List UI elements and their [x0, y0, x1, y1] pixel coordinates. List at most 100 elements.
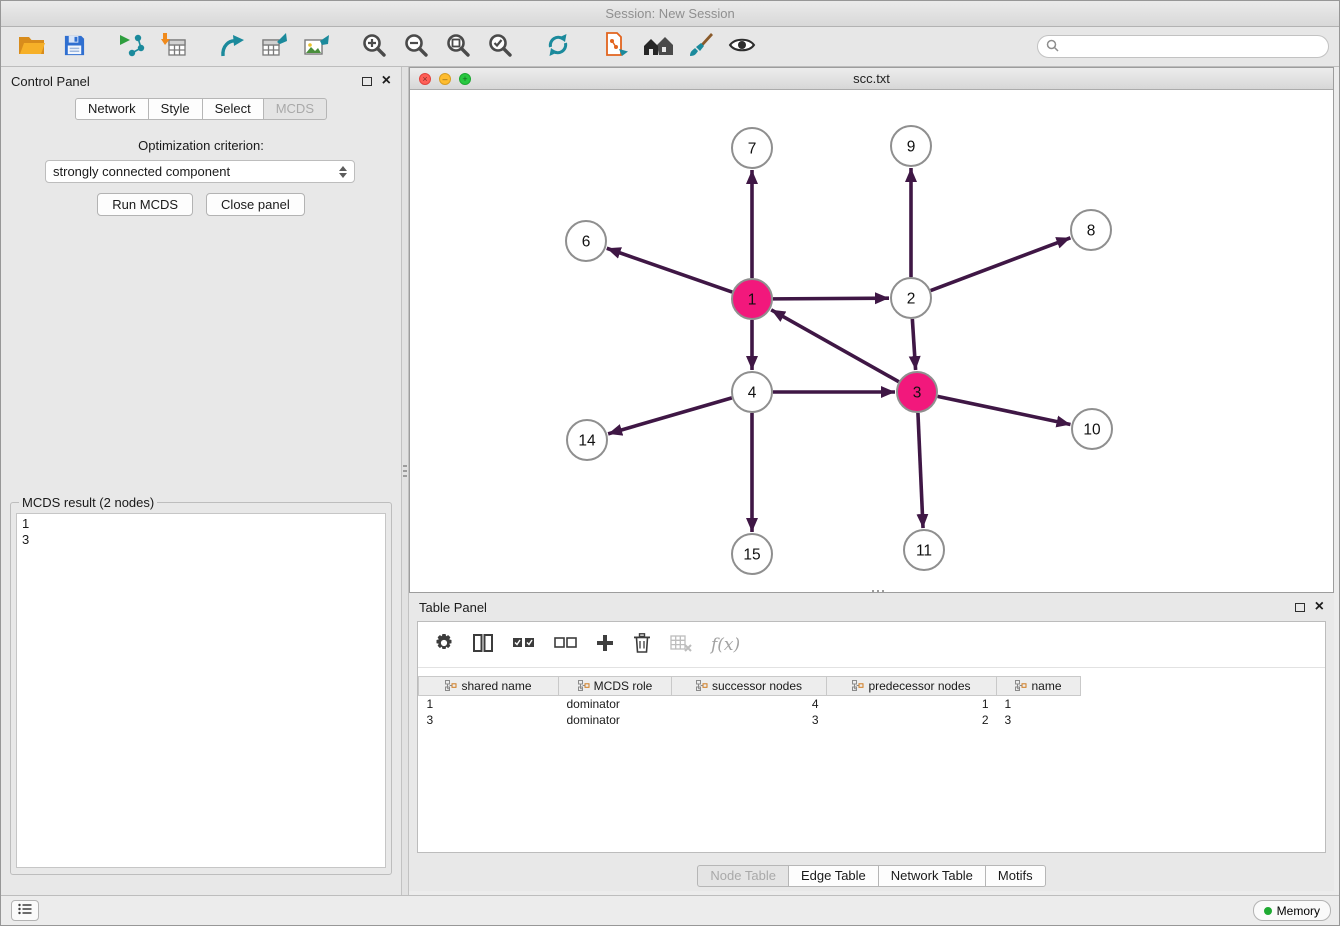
add-column-button[interactable]	[596, 634, 614, 655]
zoom-out-button[interactable]	[395, 30, 437, 64]
node-label: 7	[748, 141, 757, 158]
import-table-button[interactable]	[153, 30, 195, 64]
zoom-selected-icon	[487, 32, 513, 61]
table-cell[interactable]: 1	[997, 696, 1081, 712]
import-network-button[interactable]	[111, 30, 153, 64]
edge-3-11[interactable]	[918, 413, 923, 528]
edge-2-8[interactable]	[931, 238, 1071, 291]
window-titlebar: Session: New Session	[1, 1, 1339, 27]
select-all-button[interactable]	[512, 636, 535, 653]
edge-1-2[interactable]	[773, 298, 889, 299]
open-file-button[interactable]	[11, 30, 53, 64]
zoom-selected-button[interactable]	[479, 30, 521, 64]
style-brush-button[interactable]	[679, 30, 721, 64]
column-type-icon	[696, 680, 708, 694]
view-toolbar-group	[595, 30, 763, 64]
node-3[interactable]: 3	[897, 372, 937, 412]
node-6[interactable]: 6	[566, 221, 606, 261]
edge-4-14[interactable]	[608, 398, 732, 434]
home-button[interactable]	[637, 30, 679, 64]
function-builder-button[interactable]: f(x)	[711, 635, 740, 655]
deselect-all-button[interactable]	[554, 636, 577, 653]
column-header-name[interactable]: name	[997, 677, 1081, 696]
search-input[interactable]	[1064, 40, 1320, 54]
edge-1-6[interactable]	[607, 248, 732, 292]
table-cell[interactable]: dominator	[559, 712, 672, 728]
edge-2-3[interactable]	[912, 319, 915, 370]
table-cell[interactable]: 3	[672, 712, 827, 728]
node-9[interactable]: 9	[891, 126, 931, 166]
close-panel-icon[interactable]: ×	[1315, 600, 1324, 614]
edge-3-10[interactable]	[938, 396, 1071, 424]
minimize-window-icon[interactable]: –	[439, 73, 451, 85]
table-cell[interactable]: 1	[419, 696, 559, 712]
node-7[interactable]: 7	[732, 128, 772, 168]
column-header-predecessor-nodes[interactable]: predecessor nodes	[827, 677, 997, 696]
tab-network-table[interactable]: Network Table	[878, 865, 986, 887]
network-document-button[interactable]	[595, 30, 637, 64]
criterion-dropdown[interactable]: strongly connected component	[45, 160, 355, 183]
network-canvas[interactable]: 7 9 6 8 1 2 4 3 14 10 15 11	[410, 90, 1333, 592]
apply-layout-button[interactable]	[537, 30, 579, 64]
search-box[interactable]	[1037, 35, 1329, 58]
delete-table-button[interactable]	[670, 634, 692, 655]
tab-select[interactable]: Select	[202, 98, 264, 120]
table-cell[interactable]: 3	[419, 712, 559, 728]
table-row[interactable]: 1dominator411	[419, 696, 1081, 712]
edge-3-1[interactable]	[771, 310, 899, 382]
tab-mcds[interactable]: MCDS	[263, 98, 327, 120]
table-cell[interactable]: 3	[997, 712, 1081, 728]
criterion-dropdown-value: strongly connected component	[53, 164, 339, 179]
table-settings-button[interactable]	[434, 633, 454, 656]
maximize-window-icon[interactable]: +	[459, 73, 471, 85]
node-14[interactable]: 14	[567, 420, 607, 460]
node-4[interactable]: 4	[732, 372, 772, 412]
column-header-shared-name[interactable]: shared name	[419, 677, 559, 696]
table-row[interactable]: 3dominator323	[419, 712, 1081, 728]
tab-style[interactable]: Style	[148, 98, 203, 120]
float-panel-icon[interactable]	[362, 77, 372, 86]
column-header-successor-nodes[interactable]: successor nodes	[672, 677, 827, 696]
task-history-button[interactable]	[11, 900, 39, 921]
node-11[interactable]: 11	[904, 530, 944, 570]
mcds-result-text[interactable]: 13	[16, 513, 386, 868]
dropdown-arrows-icon	[339, 166, 347, 178]
export-network-button[interactable]	[211, 30, 253, 64]
show-columns-button[interactable]	[473, 634, 493, 655]
close-panel-button[interactable]: Close panel	[206, 193, 305, 216]
node-8[interactable]: 8	[1071, 210, 1111, 250]
tab-node-table[interactable]: Node Table	[697, 865, 789, 887]
node-1[interactable]: 1	[732, 279, 772, 319]
tab-edge-table[interactable]: Edge Table	[788, 865, 879, 887]
column-header-mcds-role[interactable]: MCDS role	[559, 677, 672, 696]
close-window-icon[interactable]: ×	[419, 73, 431, 85]
zoom-toolbar-group	[353, 30, 521, 64]
gear-icon	[434, 633, 454, 656]
table-cell[interactable]: 2	[827, 712, 997, 728]
memory-button[interactable]: Memory	[1253, 900, 1331, 921]
show-hide-button[interactable]	[721, 30, 763, 64]
save-disk-icon	[63, 34, 86, 60]
tab-network[interactable]: Network	[75, 98, 149, 120]
node-2[interactable]: 2	[891, 278, 931, 318]
delete-column-button[interactable]	[633, 633, 651, 656]
save-session-button[interactable]	[53, 30, 95, 64]
run-mcds-button[interactable]: Run MCDS	[97, 193, 193, 216]
node-10[interactable]: 10	[1072, 409, 1112, 449]
export-table-button[interactable]	[253, 30, 295, 64]
zoom-in-button[interactable]	[353, 30, 395, 64]
status-bar: Memory	[1, 895, 1339, 925]
node-15[interactable]: 15	[732, 534, 772, 574]
table-cell[interactable]: dominator	[559, 696, 672, 712]
close-panel-icon[interactable]: ×	[382, 74, 391, 88]
table-cell[interactable]: 4	[672, 696, 827, 712]
column-label: name	[1031, 679, 1061, 693]
panel-splitter[interactable]	[401, 67, 409, 897]
export-toolbar-group	[211, 30, 337, 64]
graph-svg[interactable]: 7 9 6 8 1 2 4 3 14 10 15 11	[410, 90, 1333, 592]
export-image-button[interactable]	[295, 30, 337, 64]
table-cell[interactable]: 1	[827, 696, 997, 712]
tab-motifs[interactable]: Motifs	[985, 865, 1046, 887]
float-panel-icon[interactable]	[1295, 603, 1305, 612]
zoom-fit-button[interactable]	[437, 30, 479, 64]
